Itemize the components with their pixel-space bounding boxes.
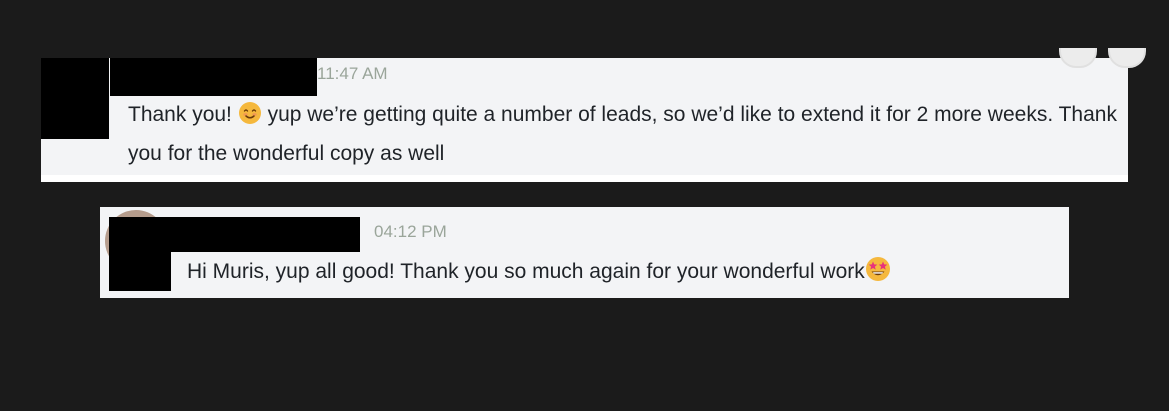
redacted-avatar	[41, 58, 109, 139]
message-text-part: yup we’re getting quite a number of lead…	[128, 103, 1117, 165]
message-card: 11:47 AM Thank you! yup we’re getting qu…	[41, 48, 1146, 182]
more-options-icon[interactable]	[1108, 48, 1146, 68]
star-struck-emoji-icon	[865, 256, 891, 293]
message-card: 04:12 PM Hi Muris, yup all good! Thank y…	[100, 207, 1069, 298]
message-timestamp: 11:47 AM	[317, 64, 388, 83]
message-text-part: Thank you!	[128, 103, 238, 126]
redacted-sender-name	[110, 58, 317, 96]
message-text-part: Hi Muris, yup all good! Thank you so muc…	[187, 260, 865, 283]
redacted-avatar	[109, 217, 171, 291]
message-timestamp: 04:12 PM	[374, 222, 447, 241]
message-text: Thank you! yup we’re getting quite a num…	[128, 97, 1118, 171]
message-text: Hi Muris, yup all good! Thank you so muc…	[187, 254, 891, 293]
smiling-face-emoji-icon	[238, 101, 262, 136]
redacted-sender-name	[171, 217, 360, 252]
reaction-icon[interactable]	[1059, 48, 1097, 68]
